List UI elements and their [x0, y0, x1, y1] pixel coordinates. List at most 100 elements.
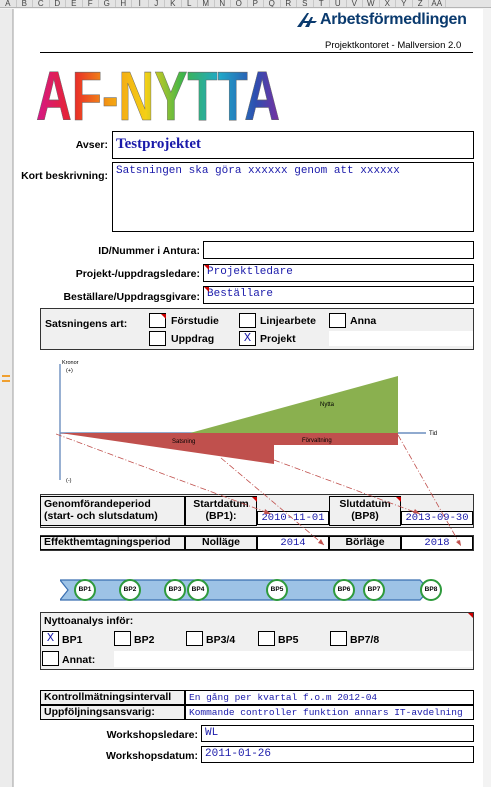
column-header-n[interactable]: N	[215, 0, 231, 7]
bestallare-label: Beställare/Uppdragsgivare:	[63, 291, 200, 303]
column-header-w[interactable]: W	[363, 0, 380, 7]
diagram-minus-label: (-)	[66, 478, 72, 484]
column-header-s[interactable]: S	[297, 0, 314, 7]
projekt-label: Projekt	[260, 333, 296, 345]
template-version: Projektkontoret - Mallversion 2.0	[325, 40, 462, 51]
row-marker	[2, 375, 10, 377]
column-header-c[interactable]: C	[33, 0, 50, 7]
column-header-v[interactable]: V	[347, 0, 363, 7]
start-label-line1: Startdatum	[193, 498, 249, 510]
org-name: Arbetsförmedlingen	[320, 11, 467, 28]
column-header-y[interactable]: Y	[396, 0, 413, 7]
projektledare-field[interactable]: Projektledare	[203, 264, 474, 282]
workshopsledare-label: Workshopsledare:	[106, 729, 198, 741]
slut-label-line1: Slutdatum	[339, 498, 391, 510]
timeline-point-bp3: BP3	[164, 579, 186, 601]
nyttoanalys-label: Nyttoanalys inför:	[44, 615, 134, 627]
timeline-point-bp1: BP1	[74, 579, 96, 601]
avser-label: Avser:	[75, 139, 108, 151]
checkbox-bp2[interactable]	[114, 631, 131, 646]
kontroll-interval-label: Kontrollmätningsintervall	[40, 690, 185, 705]
startdatum-label: Startdatum (BP1):	[185, 496, 257, 526]
workshopsdatum-label: Workshopsdatum:	[106, 750, 198, 762]
column-header-o[interactable]: O	[231, 0, 248, 7]
column-header-aa[interactable]: AA	[429, 0, 446, 7]
diagram-plus-label: (+)	[66, 368, 73, 374]
column-header-q[interactable]: Q	[264, 0, 281, 7]
column-header-g[interactable]: G	[99, 0, 116, 7]
satsningens-art-label: Satsningens art:	[45, 318, 128, 330]
diagram-tid-label: Tid	[429, 431, 437, 437]
diagram-y-label: Kronor	[62, 360, 79, 366]
column-header-l[interactable]: L	[182, 0, 198, 7]
satsning-other-field[interactable]	[329, 331, 473, 346]
checkbox-linjearbete[interactable]	[239, 313, 256, 328]
column-header-b[interactable]: B	[17, 0, 33, 7]
checkbox-annat[interactable]	[42, 651, 59, 666]
nollage-field[interactable]: 2014	[257, 536, 329, 550]
kontroll-interval-field[interactable]: En gång per kvartal f.o.m 2012-04	[185, 690, 474, 705]
timeline-point-bp6: BP6	[333, 579, 355, 601]
kort-beskrivning-field[interactable]: Satsningen ska göra xxxxxx genom att xxx…	[112, 162, 474, 232]
column-header-u[interactable]: U	[330, 0, 347, 7]
nytta-diagram: Kronor (+) (-) Tid Nytta Satsning Förval…	[56, 354, 470, 490]
bp5-label: BP5	[278, 634, 299, 646]
annat-field[interactable]	[114, 651, 473, 667]
checkbox-bp7-8[interactable]	[330, 631, 347, 646]
uppfoljning-label: Uppföljningsansvarig:	[40, 705, 185, 720]
id-field[interactable]	[203, 241, 474, 259]
column-header-a[interactable]: A	[0, 0, 17, 7]
column-header-r[interactable]: R	[281, 0, 297, 7]
column-header-t[interactable]: T	[314, 0, 330, 7]
comment-indicator	[252, 497, 257, 502]
checkbox-uppdrag[interactable]	[149, 331, 166, 346]
diagram-nytta-label: Nytta	[320, 402, 335, 408]
avser-field[interactable]: Testprojektet	[112, 131, 474, 159]
column-header-p[interactable]: P	[248, 0, 264, 7]
nytta-area	[190, 376, 398, 433]
uppdrag-label: Uppdrag	[171, 333, 215, 345]
nollage-label: Nolläge	[185, 536, 257, 550]
column-header-m[interactable]: M	[198, 0, 215, 7]
column-header-h[interactable]: H	[116, 0, 132, 7]
startdatum-field[interactable]: 2010-11-01	[257, 511, 329, 525]
borlage-field[interactable]: 2018	[401, 536, 473, 550]
af-nytta-logo: AF-NYTTA	[34, 56, 284, 136]
column-header-bar: A B C D E F G H I J K L M N O P Q R S T U V W X Y Z AA	[0, 0, 491, 8]
checkbox-bp5[interactable]	[258, 631, 275, 646]
row-header-bar	[0, 9, 13, 787]
bp1-label: BP1	[62, 634, 83, 646]
logo-text: AF-NYTTA	[36, 57, 280, 126]
slutdatum-label: Slutdatum (BP8)	[329, 496, 401, 526]
linjearbete-label: Linjearbete	[260, 315, 317, 327]
timeline-point-bp7: BP7	[363, 579, 385, 601]
comment-indicator	[396, 497, 401, 502]
annat-label: Annat:	[62, 654, 96, 666]
column-header-d[interactable]: D	[50, 0, 66, 7]
column-header-z[interactable]: Z	[413, 0, 429, 7]
bestallare-field[interactable]: Beställare	[203, 286, 474, 304]
column-header-f[interactable]: F	[83, 0, 99, 7]
forstudie-label: Förstudie	[171, 315, 219, 327]
column-header-j[interactable]: J	[149, 0, 165, 7]
start-label-line2: (BP1):	[205, 510, 237, 522]
checkbox-bp1[interactable]: X	[42, 631, 59, 646]
uppfoljning-field[interactable]: Kommande controller funktion annars IT-a…	[185, 705, 474, 720]
column-header-x[interactable]: X	[380, 0, 396, 7]
checkbox-anna[interactable]	[329, 313, 346, 328]
bp2-label: BP2	[134, 634, 155, 646]
column-header-i[interactable]: I	[132, 0, 149, 7]
bp7-8-label: BP7/8	[350, 634, 380, 646]
row-marker	[2, 380, 10, 382]
column-header-k[interactable]: K	[165, 0, 182, 7]
comment-indicator	[161, 314, 166, 319]
checkbox-bp3-4[interactable]	[186, 631, 203, 646]
checkbox-projekt[interactable]: X	[239, 331, 256, 346]
comment-indicator	[468, 613, 473, 618]
timeline-point-bp2: BP2	[119, 579, 141, 601]
slutdatum-field[interactable]: 2013-09-30	[401, 511, 473, 525]
workshopsledare-field[interactable]: WL	[201, 725, 474, 742]
satsning-area	[60, 433, 274, 464]
workshopsdatum-field[interactable]: 2011-01-26	[201, 746, 474, 763]
column-header-e[interactable]: E	[66, 0, 83, 7]
